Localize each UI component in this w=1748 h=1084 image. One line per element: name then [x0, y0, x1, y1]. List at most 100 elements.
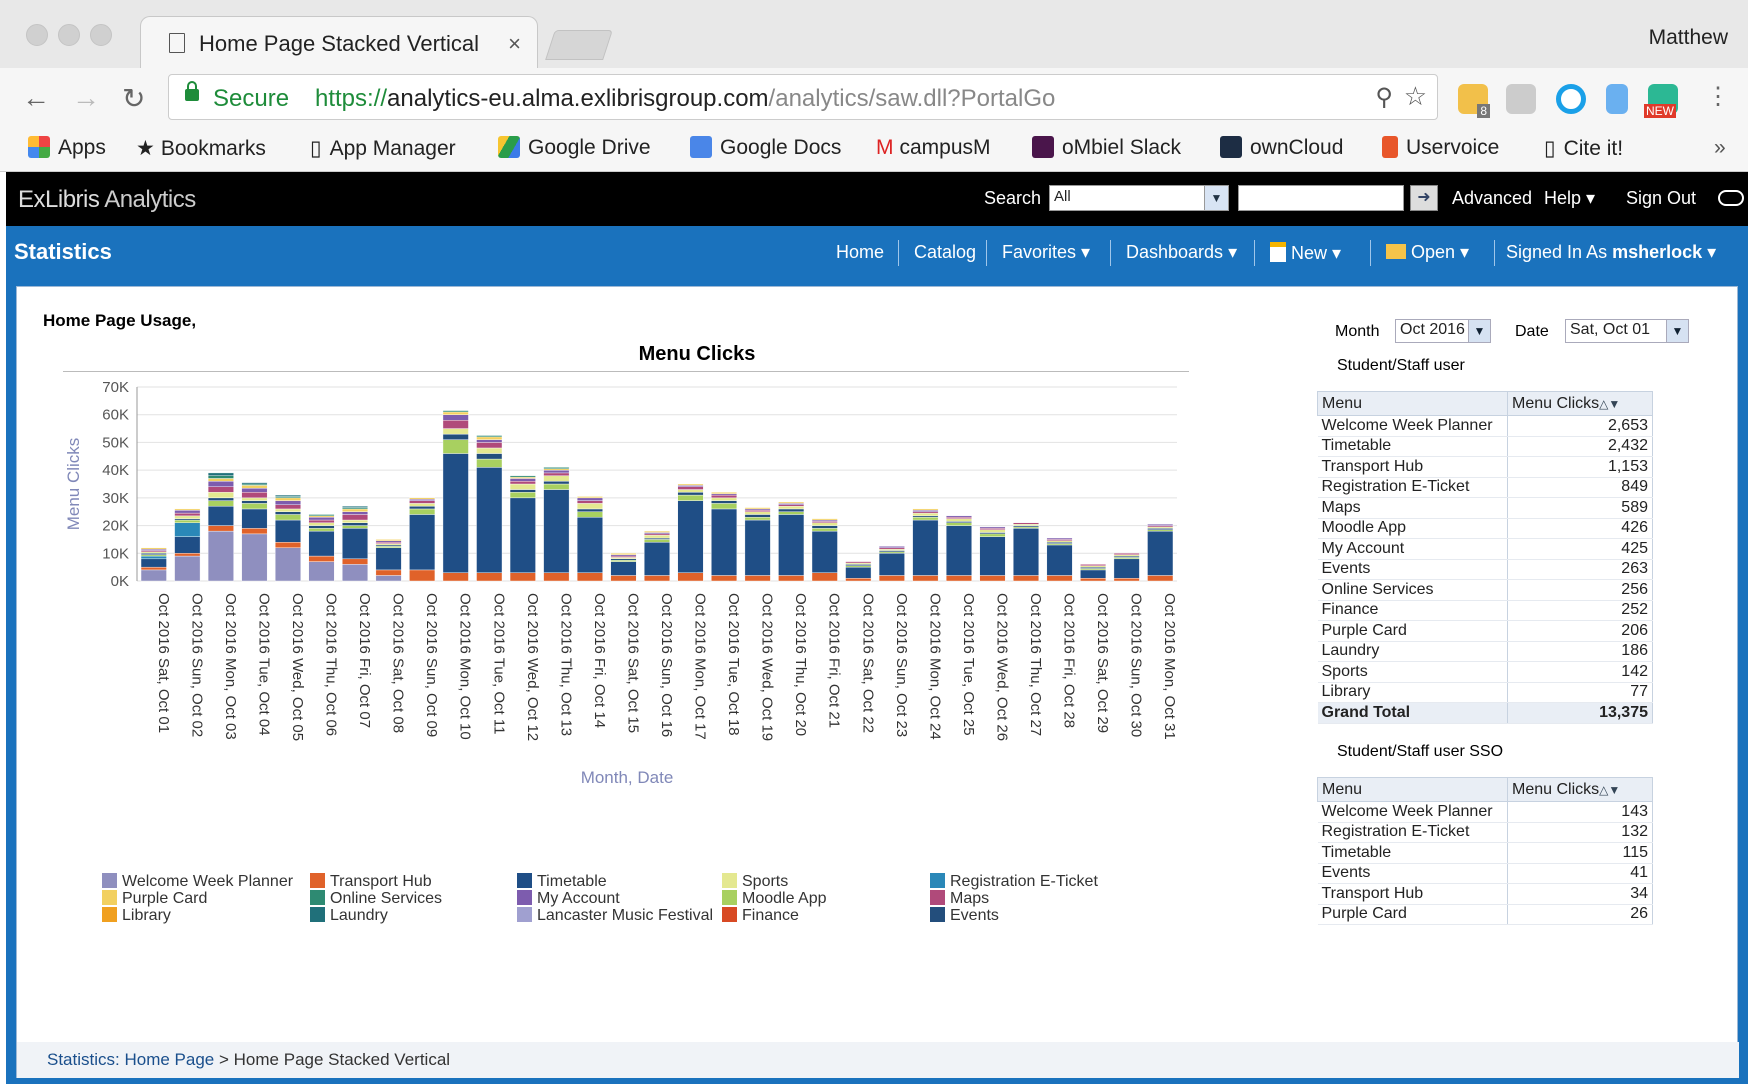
new-tab-button[interactable]	[545, 30, 613, 60]
legend-swatch	[722, 890, 737, 905]
bar-segment	[342, 505, 369, 508]
address-bar[interactable]: Secure https://analytics-eu.alma.exlibri…	[168, 74, 1438, 120]
table-row: Timetable 2,432	[1317, 436, 1653, 457]
bookmarks-overflow-icon[interactable]: »	[1714, 136, 1726, 160]
back-arrow-icon[interactable]: ←	[22, 82, 50, 114]
nav-divider	[986, 240, 987, 266]
date-select[interactable]: Sat, Oct 01 ▼	[1565, 319, 1689, 343]
legend-item[interactable]: Purple Card	[102, 890, 207, 908]
extension-new-icon[interactable]: NEW	[1644, 84, 1678, 118]
month-select[interactable]: Oct 2016 ▼	[1395, 319, 1491, 343]
legend-item[interactable]: Moodle App	[722, 890, 827, 908]
cell-menu: My Account	[1317, 538, 1508, 560]
table-row: Events 41	[1317, 863, 1653, 884]
search-go-button[interactable]: ➜	[1410, 185, 1438, 211]
advanced-link[interactable]: Advanced	[1452, 188, 1532, 209]
nav-divider	[898, 240, 899, 266]
legend-item[interactable]: Sports	[722, 873, 788, 891]
legend-item[interactable]: Transport Hub	[310, 873, 432, 891]
bar-segment	[308, 525, 335, 529]
legend-item[interactable]: Welcome Week Planner	[102, 873, 293, 891]
bookmark-ombiel-slack[interactable]: oMbiel Slack	[1032, 136, 1181, 160]
extension-grey-icon[interactable]	[1506, 84, 1536, 114]
signed-in-menu[interactable]: Signed In As msherlock ▾	[1506, 242, 1716, 263]
bar-segment	[576, 500, 603, 504]
legend-item[interactable]: My Account	[517, 890, 620, 908]
column-header-menu[interactable]: Menu	[1317, 777, 1508, 802]
zoom-icon[interactable]: ⚲	[1375, 83, 1393, 112]
bookmark-owncloud[interactable]: ownCloud	[1220, 136, 1343, 160]
bar-segment	[778, 514, 805, 576]
bar-segment	[744, 575, 771, 582]
table-row: Registration E-Ticket 132	[1317, 822, 1653, 843]
nav-favorites[interactable]: Favorites ▾	[1002, 242, 1090, 263]
x-tick-label: Oct 2016 Wed, Oct 19	[759, 593, 776, 741]
bar-segment	[845, 578, 872, 582]
extension-eyedropper-icon[interactable]	[1606, 84, 1628, 114]
nav-catalog[interactable]: Catalog	[914, 242, 976, 263]
bookmark-campusm[interactable]: McampusM	[876, 136, 991, 160]
help-menu[interactable]: Help ▾	[1544, 188, 1595, 209]
tab-close-icon[interactable]: ×	[508, 31, 521, 57]
menu-kebab-icon[interactable]: ⋮	[1706, 82, 1730, 111]
bar-segment	[644, 537, 670, 540]
extension-circle-icon[interactable]	[1556, 84, 1586, 114]
bar-segment	[476, 572, 503, 582]
sign-out-icon[interactable]	[1718, 190, 1744, 206]
legend-item[interactable]: Maps	[930, 890, 989, 908]
search-scope-select[interactable]: All ▼	[1049, 185, 1229, 211]
sort-icon[interactable]: △▼	[1599, 783, 1620, 797]
bookmark-google-docs[interactable]: Google Docs	[690, 136, 841, 160]
bar-segment	[711, 497, 738, 501]
breadcrumb-link[interactable]: Statistics: Home Page	[47, 1050, 214, 1069]
window-close-button[interactable]	[26, 24, 48, 46]
legend-item[interactable]: Laundry	[310, 907, 388, 925]
bar-segment	[1080, 568, 1107, 571]
window-zoom-button[interactable]	[90, 24, 112, 46]
nav-new[interactable]: New ▾	[1270, 242, 1341, 264]
sign-out-link[interactable]: Sign Out	[1626, 188, 1696, 209]
legend-item[interactable]: Online Services	[310, 890, 442, 908]
y-tick-label: 60K	[102, 407, 129, 424]
x-tick-label: Oct 2016 Wed, Oct 12	[524, 593, 541, 741]
legend-item[interactable]: Finance	[722, 907, 799, 925]
extension-calendar-icon[interactable]: 8	[1458, 84, 1490, 118]
legend-item[interactable]: Lancaster Music Festival	[517, 907, 713, 925]
window-minimize-button[interactable]	[58, 24, 80, 46]
legend-item[interactable]: Library	[102, 907, 171, 925]
forward-arrow-icon[interactable]: →	[72, 82, 100, 114]
bar-segment	[442, 453, 469, 573]
bar-segment	[778, 505, 805, 510]
bookmark-google-drive[interactable]: Google Drive	[498, 136, 651, 160]
column-header-menu[interactable]: Menu	[1317, 391, 1508, 416]
bar-segment	[1013, 525, 1039, 528]
reload-icon[interactable]: ↻	[122, 82, 145, 115]
bar-segment	[945, 517, 972, 519]
column-header-menu-clicks[interactable]: Menu Clicks△▼	[1507, 391, 1653, 416]
table2-scroll-area[interactable]: Menu Menu Clicks△▼ Welcome Week Planner 1…	[1317, 777, 1657, 937]
bar-segment	[207, 530, 234, 582]
bookmark-star-icon[interactable]: ☆	[1404, 81, 1427, 112]
browser-tab[interactable]: Home Page Stacked Vertical ×	[140, 16, 538, 70]
legend-item[interactable]: Timetable	[517, 873, 607, 891]
legend-item[interactable]: Registration E-Ticket	[930, 873, 1098, 891]
x-tick-label: Oct 2016 Sat, Oct 22	[859, 593, 876, 733]
sort-icon[interactable]: △▼	[1599, 397, 1620, 411]
nav-home[interactable]: Home	[836, 242, 884, 263]
bookmark-cite-it[interactable]: ▯ Cite it!	[1544, 136, 1623, 161]
bar-segment	[442, 433, 469, 440]
legend-item[interactable]: Events	[930, 907, 999, 925]
bookmark-bookmarks[interactable]: ★ Bookmarks	[136, 136, 266, 161]
x-tick-label: Oct 2016 Fri, Oct 21	[826, 593, 843, 728]
profile-name[interactable]: Matthew	[1649, 26, 1728, 50]
bookmark-app-manager[interactable]: ▯ App Manager	[310, 136, 456, 161]
nav-dashboards[interactable]: Dashboards ▾	[1126, 242, 1237, 263]
bookmark-apps[interactable]: Apps	[28, 136, 106, 160]
bar-segment	[174, 536, 201, 554]
nav-open[interactable]: Open ▾	[1386, 242, 1469, 263]
x-tick-label: Oct 2016 Fri, Oct 14	[591, 593, 608, 728]
search-input[interactable]	[1238, 185, 1404, 211]
bookmark-uservoice[interactable]: Uservoice	[1382, 136, 1499, 160]
column-header-menu-clicks[interactable]: Menu Clicks△▼	[1507, 777, 1653, 802]
bar-segment	[543, 483, 570, 490]
